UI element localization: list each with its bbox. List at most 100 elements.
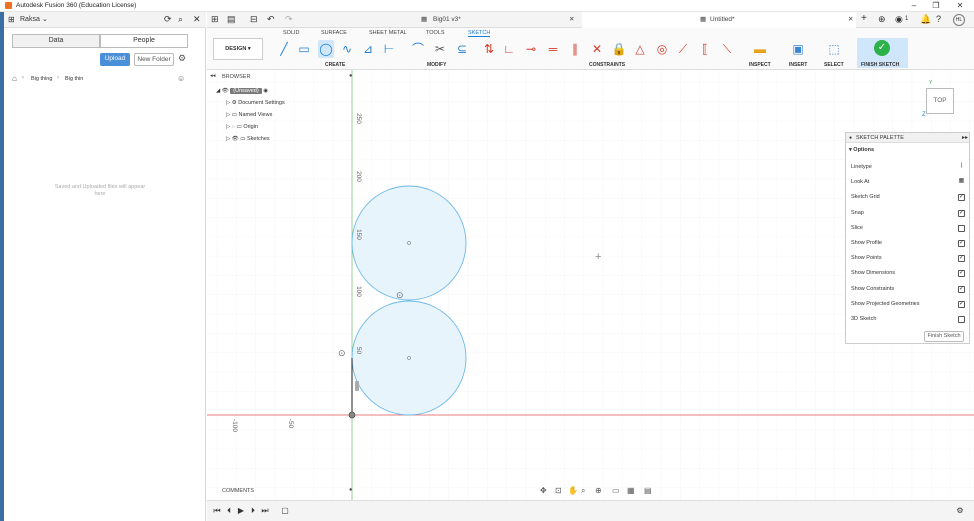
checkbox[interactable] — [958, 316, 965, 323]
tab-data[interactable]: Data — [12, 34, 100, 48]
group-select[interactable]: SELECT — [824, 62, 844, 68]
comments-label[interactable]: COMMENTS — [222, 488, 254, 494]
chevron-down-icon[interactable]: ⌄ — [42, 15, 48, 23]
checkbox[interactable]: ✓ — [958, 209, 965, 217]
mirror-icon[interactable]: ⊿ — [360, 40, 376, 58]
tab-solid[interactable]: SOLID — [283, 30, 300, 36]
rectangle-icon[interactable]: ▭ — [296, 40, 312, 58]
insert-image-icon[interactable]: ▣ — [790, 40, 806, 58]
timeline-sketch-icon[interactable]: ▢ — [280, 506, 290, 516]
expand-icon[interactable]: ◢ — [216, 88, 220, 94]
search-icon[interactable]: ⌕ — [178, 14, 183, 25]
tab-sheet-metal[interactable]: SHEET METAL — [369, 30, 407, 36]
notification-icon[interactable]: 🔔 — [920, 14, 931, 25]
triangle-constraint-icon[interactable]: △ — [632, 40, 648, 58]
group-insert[interactable]: INSERT — [789, 62, 807, 68]
group-modify[interactable]: MODIFY — [427, 62, 446, 68]
breadcrumb-item[interactable]: Big thing — [31, 76, 52, 82]
palette-option[interactable]: Show Projected Geometries ✓ — [851, 297, 965, 312]
pin-icon[interactable]: ● — [349, 487, 352, 493]
symmetry-icon[interactable]: ⟦ — [697, 40, 713, 58]
display-settings-icon[interactable]: ▭ — [612, 486, 620, 495]
palette-option[interactable]: 3D Sketch — [851, 312, 965, 327]
browser-item[interactable]: ▷ ▭ Named Views — [216, 109, 356, 121]
midpoint-icon[interactable]: ⟋ — [675, 40, 691, 58]
parallel-icon[interactable]: ∥ — [567, 40, 583, 58]
expand-palette-icon[interactable]: ▸▸ — [962, 134, 968, 141]
go-to-start-icon[interactable]: ⏮ — [212, 506, 222, 516]
palette-option[interactable]: Look At ▦ — [851, 175, 965, 190]
maximize-button[interactable]: ❐ — [928, 1, 944, 11]
close-panel-icon[interactable]: ✕ — [193, 14, 201, 25]
curvature-icon[interactable]: ⟍ — [719, 40, 735, 58]
collapse-icon[interactable]: ◂◂ — [210, 73, 216, 79]
zoom-icon[interactable]: ⌕ — [581, 486, 585, 496]
undo-icon[interactable]: ↶ — [267, 14, 275, 25]
expand-icon[interactable]: ▷ — [226, 124, 230, 130]
line-icon[interactable]: ╱ — [276, 40, 292, 58]
browser-item[interactable]: ▷ 👁 ▭ Sketches — [216, 133, 356, 145]
palette-option[interactable]: Snap ✓ — [851, 206, 965, 221]
close-tab-icon[interactable]: ✕ — [569, 12, 574, 28]
radio-icon[interactable]: ◉ — [263, 88, 268, 94]
viewports-icon[interactable]: ▤ — [644, 486, 652, 495]
coincident-icon[interactable]: ∟ — [501, 40, 517, 58]
close-button[interactable]: ✕ — [952, 1, 968, 11]
origin-point[interactable] — [348, 411, 356, 419]
linetype-icon[interactable]: ⟨ — [958, 163, 965, 171]
tab-surface[interactable]: SURFACE — [321, 30, 347, 36]
pan-icon[interactable]: ✋ — [568, 486, 578, 495]
new-folder-button[interactable]: New Folder — [134, 53, 174, 66]
eye-icon[interactable]: 👁 — [222, 88, 229, 94]
grid-settings-icon[interactable]: ▦ — [627, 486, 635, 495]
concentric-icon[interactable]: ◎ — [654, 40, 670, 58]
finish-sketch-palette-button[interactable]: Finish Sketch — [924, 331, 964, 342]
look-at-icon[interactable]: ▦ — [958, 178, 965, 187]
eye-hidden-icon[interactable]: ◌ — [232, 124, 235, 130]
checkbox[interactable]: ✓ — [958, 255, 965, 263]
palette-option[interactable]: Show Profile ✓ — [851, 236, 965, 251]
checkbox[interactable]: ✓ — [958, 300, 965, 308]
look-at-icon[interactable]: ⊡ — [555, 486, 562, 495]
group-constraints[interactable]: CONSTRAINTS — [589, 62, 625, 68]
tab-people[interactable]: People — [100, 34, 188, 48]
grid-menu-icon[interactable]: ⊞ — [8, 15, 15, 24]
new-tab-icon[interactable]: + — [861, 13, 867, 24]
view-cube-face[interactable]: TOP — [926, 88, 954, 114]
palette-option[interactable]: Show Dimensions ✓ — [851, 266, 965, 281]
tab-sketch[interactable]: SKETCH — [468, 30, 491, 37]
orbit-icon[interactable]: ✥ — [540, 486, 547, 495]
options-section[interactable]: ▾ Options — [849, 147, 874, 153]
circle-icon[interactable]: ◯ — [318, 40, 334, 58]
palette-option[interactable]: Slice — [851, 221, 965, 236]
browser-root[interactable]: ◢ 👁 (Unsaved) ◉ — [216, 85, 356, 97]
offset-icon[interactable]: ⊆ — [454, 40, 470, 58]
palette-pin-icon[interactable]: ● — [849, 135, 852, 141]
job-status-icon[interactable]: ◉ — [895, 14, 903, 25]
sketch-circle-upper[interactable] — [351, 185, 467, 301]
palette-option[interactable]: Show Points ✓ — [851, 251, 965, 266]
team-name[interactable]: Raksa — [20, 16, 40, 23]
grid-menu-icon[interactable]: ⊞ — [211, 14, 219, 25]
tangent-icon[interactable]: ⊸ — [523, 40, 539, 58]
pin-icon[interactable]: ● — [349, 73, 352, 79]
workspace-dropdown[interactable]: DESIGN ▾ — [213, 38, 263, 60]
upload-button[interactable]: Upload — [100, 53, 130, 66]
group-create[interactable]: CREATE — [325, 62, 345, 68]
refresh-icon[interactable]: ⟳ — [164, 14, 172, 25]
palette-header[interactable]: SKETCH PALETTE — [846, 133, 969, 143]
fillet-icon[interactable]: ⌒ — [410, 40, 426, 58]
close-tab-icon[interactable]: ✕ — [848, 12, 853, 28]
step-back-icon[interactable]: ⏴ — [224, 506, 234, 516]
add-user-icon[interactable]: ☺ — [177, 74, 185, 83]
equal-icon[interactable]: ═ — [545, 40, 561, 58]
sketch-dimension-icon[interactable]: ⇅ — [481, 40, 497, 58]
fit-icon[interactable]: ⊕ — [595, 486, 602, 495]
step-forward-icon[interactable]: ⏵ — [248, 506, 258, 516]
redo-icon[interactable]: ↷ — [285, 14, 293, 25]
checkbox[interactable]: ✓ — [958, 285, 965, 293]
eye-icon[interactable]: 👁 — [232, 136, 239, 142]
breadcrumb-current[interactable]: Big thin — [65, 76, 83, 82]
palette-option[interactable]: Linetype ⟨ — [851, 160, 965, 175]
fix-icon[interactable]: 🔒 — [611, 40, 627, 58]
